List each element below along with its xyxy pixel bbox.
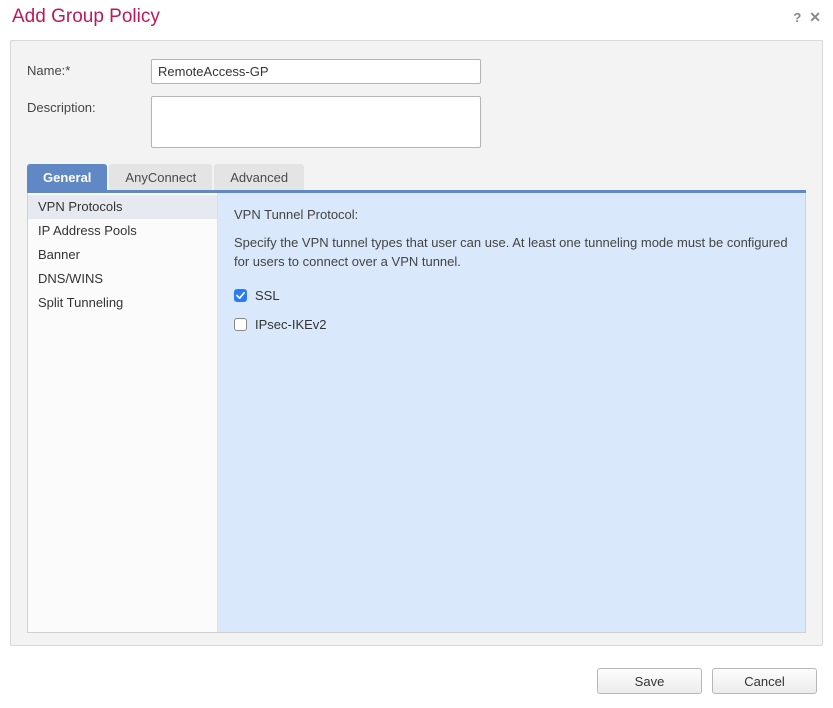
cancel-button[interactable]: Cancel <box>712 668 817 694</box>
tab-anyconnect[interactable]: AnyConnect <box>109 164 212 190</box>
description-label: Description: <box>27 96 151 115</box>
sidebar-item-dns-wins[interactable]: DNS/WINS <box>28 267 217 291</box>
content-pane: VPN Tunnel Protocol: Specify the VPN tun… <box>218 193 805 632</box>
content-description: Specify the VPN tunnel types that user c… <box>234 234 789 272</box>
option-ipsec-label: IPsec-IKEv2 <box>255 317 327 332</box>
name-row: Name:* <box>27 59 806 84</box>
name-input[interactable] <box>151 59 481 84</box>
title-icons: ? ✕ <box>793 9 821 26</box>
name-label: Name:* <box>27 59 151 78</box>
tab-general[interactable]: General <box>27 164 107 190</box>
dialog: Add Group Policy ? ✕ Name:* Description:… <box>0 0 833 708</box>
close-icon[interactable]: ✕ <box>809 9 821 26</box>
sidebar-item-split-tunneling[interactable]: Split Tunneling <box>28 291 217 315</box>
help-icon[interactable]: ? <box>793 10 801 25</box>
option-ssl-row: SSL <box>234 288 789 303</box>
dialog-title: Add Group Policy <box>12 6 793 28</box>
description-input[interactable] <box>151 96 481 148</box>
footer: Save Cancel <box>0 656 833 708</box>
sidebar-item-ip-address-pools[interactable]: IP Address Pools <box>28 219 217 243</box>
content-heading: VPN Tunnel Protocol: <box>234 207 789 222</box>
checkbox-ssl[interactable] <box>234 289 247 302</box>
title-bar: Add Group Policy ? ✕ <box>0 0 833 36</box>
main-panel: Name:* Description: General AnyConnect A… <box>10 40 823 646</box>
sidebar: VPN Protocols IP Address Pools Banner DN… <box>28 193 218 632</box>
save-button[interactable]: Save <box>597 668 702 694</box>
option-ssl-label: SSL <box>255 288 280 303</box>
tab-strip: General AnyConnect Advanced <box>27 164 806 190</box>
tab-advanced[interactable]: Advanced <box>214 164 304 190</box>
sidebar-item-vpn-protocols[interactable]: VPN Protocols <box>28 195 217 219</box>
option-ipsec-row: IPsec-IKEv2 <box>234 317 789 332</box>
checkbox-ipsec-ikev2[interactable] <box>234 318 247 331</box>
tab-body: VPN Protocols IP Address Pools Banner DN… <box>27 193 806 633</box>
check-icon <box>236 291 245 300</box>
description-row: Description: <box>27 96 806 148</box>
sidebar-item-banner[interactable]: Banner <box>28 243 217 267</box>
